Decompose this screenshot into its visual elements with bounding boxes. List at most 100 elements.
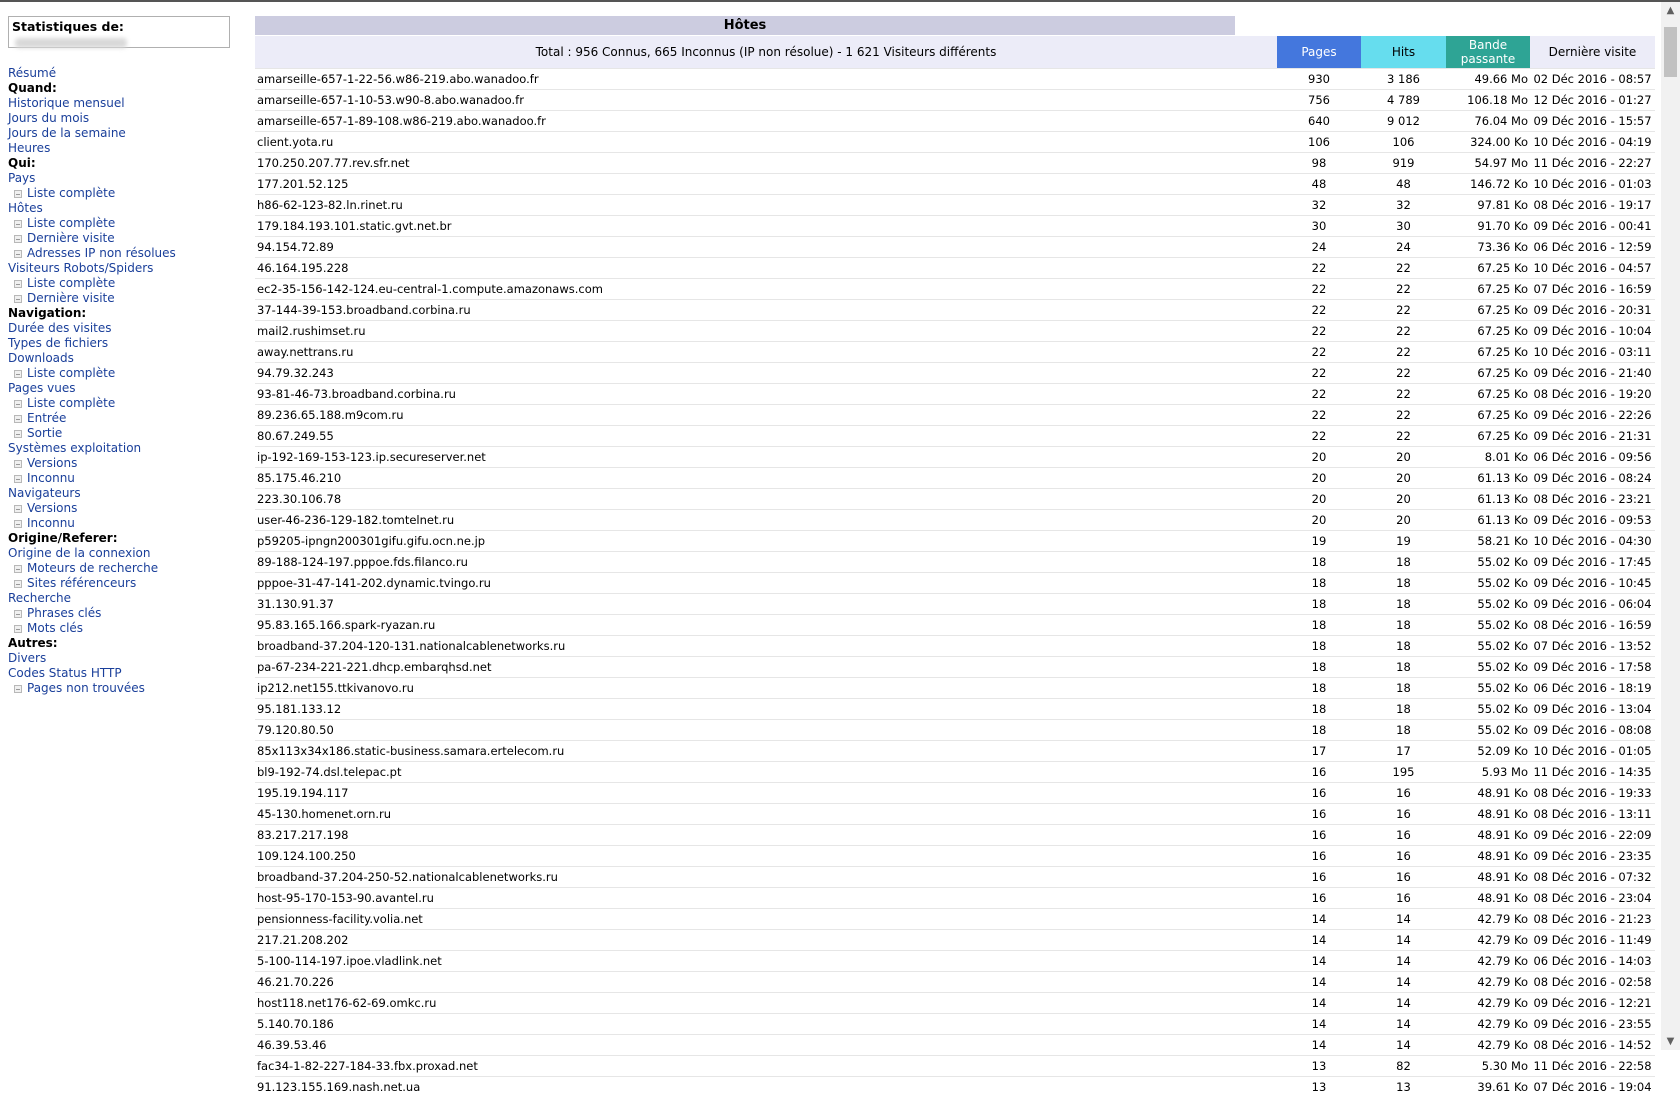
last-visit-cell: 10 Déc 2016 - 03:11	[1530, 342, 1655, 363]
bandwidth-cell: 76.04 Mo	[1446, 111, 1530, 132]
bandwidth-cell: 48.91 Ko	[1446, 867, 1530, 888]
bandwidth-cell: 324.00 Ko	[1446, 132, 1530, 153]
menu-link[interactable]: Jours de la semaine	[8, 126, 233, 141]
host-cell: 109.124.100.250	[255, 846, 1277, 867]
scroll-up-arrow-icon[interactable]: ▲	[1661, 2, 1680, 19]
menu-sublink[interactable]: Liste complète	[8, 216, 233, 231]
last-visit-cell: 08 Déc 2016 - 02:58	[1530, 972, 1655, 993]
bandwidth-cell: 146.72 Ko	[1446, 174, 1530, 195]
hits-cell: 14	[1361, 993, 1446, 1014]
menu-sublink[interactable]: Adresses IP non résolues	[8, 246, 233, 261]
hits-cell: 106	[1361, 132, 1446, 153]
hits-cell: 13	[1361, 1077, 1446, 1097]
menu-link[interactable]: Recherche	[8, 591, 233, 606]
table-row: 83.217.217.198161648.91 Ko09 Déc 2016 - …	[255, 825, 1655, 846]
table-row: 85.175.46.210202061.13 Ko09 Déc 2016 - 0…	[255, 468, 1655, 489]
hits-cell: 3 186	[1361, 69, 1446, 90]
last-visit-cell: 09 Déc 2016 - 21:31	[1530, 426, 1655, 447]
pages-cell: 22	[1277, 363, 1361, 384]
menu-link[interactable]: Divers	[8, 651, 233, 666]
last-visit-cell: 09 Déc 2016 - 22:09	[1530, 825, 1655, 846]
menu-link[interactable]: Heures	[8, 141, 233, 156]
table-row: 5-100-114-197.ipoe.vladlink.net141442.79…	[255, 951, 1655, 972]
menu-sublink[interactable]: Liste complète	[8, 186, 233, 201]
table-row: 109.124.100.250161648.91 Ko09 Déc 2016 -…	[255, 846, 1655, 867]
host-cell: 80.67.249.55	[255, 426, 1277, 447]
menu-sublink[interactable]: Versions	[8, 501, 233, 516]
sublink-bullet-icon	[14, 250, 22, 258]
menu-sublink[interactable]: Sortie	[8, 426, 233, 441]
hits-cell: 18	[1361, 657, 1446, 678]
menu-link[interactable]: Types de fichiers	[8, 336, 233, 351]
table-row: 31.130.91.37181855.02 Ko09 Déc 2016 - 06…	[255, 594, 1655, 615]
bandwidth-cell: 48.91 Ko	[1446, 888, 1530, 909]
bandwidth-header-line2: passante	[1461, 52, 1516, 66]
bandwidth-cell: 48.91 Ko	[1446, 846, 1530, 867]
hits-cell: 16	[1361, 867, 1446, 888]
menu-link[interactable]: Origine de la connexion	[8, 546, 233, 561]
sublink-bullet-icon	[14, 430, 22, 438]
host-cell: 177.201.52.125	[255, 174, 1277, 195]
menu-sublink[interactable]: Liste complète	[8, 396, 233, 411]
stats-site-box: Statistiques de:	[8, 16, 230, 48]
vertical-scrollbar[interactable]: ▲ ▼	[1661, 2, 1680, 1050]
pages-cell: 18	[1277, 594, 1361, 615]
menu-link[interactable]: Durée des visites	[8, 321, 233, 336]
hits-cell: 20	[1361, 447, 1446, 468]
menu-sublink[interactable]: Dernière visite	[8, 291, 233, 306]
scrollbar-thumb[interactable]	[1664, 27, 1677, 77]
last-visit-cell: 11 Déc 2016 - 14:35	[1530, 762, 1655, 783]
table-row: 223.30.106.78202061.13 Ko08 Déc 2016 - 2…	[255, 489, 1655, 510]
menu-sublink[interactable]: Versions	[8, 456, 233, 471]
menu-sublink[interactable]: Liste complète	[8, 366, 233, 381]
last-visit-cell: 08 Déc 2016 - 23:04	[1530, 888, 1655, 909]
menu-sublink[interactable]: Pages non trouvées	[8, 681, 233, 696]
bandwidth-cell: 39.61 Ko	[1446, 1077, 1530, 1097]
menu-sublink[interactable]: Mots clés	[8, 621, 233, 636]
menu-link[interactable]: Pays	[8, 171, 233, 186]
bandwidth-cell: 5.93 Mo	[1446, 762, 1530, 783]
host-cell: 179.184.193.101.static.gvt.net.br	[255, 216, 1277, 237]
menu-sublink[interactable]: Inconnu	[8, 516, 233, 531]
sublink-bullet-icon	[14, 625, 22, 633]
hits-cell: 22	[1361, 321, 1446, 342]
menu-link[interactable]: Codes Status HTTP	[8, 666, 233, 681]
table-row: 95.83.165.166.spark-ryazan.ru181855.02 K…	[255, 615, 1655, 636]
pages-cell: 16	[1277, 888, 1361, 909]
sublink-bullet-icon	[14, 190, 22, 198]
menu-sublink[interactable]: Sites référenceurs	[8, 576, 233, 591]
hits-cell: 16	[1361, 804, 1446, 825]
menu-sublink[interactable]: Entrée	[8, 411, 233, 426]
host-cell: 94.79.32.243	[255, 363, 1277, 384]
host-cell: broadband-37.204-120-131.nationalcablene…	[255, 636, 1277, 657]
menu-sublink[interactable]: Phrases clés	[8, 606, 233, 621]
menu-sublink[interactable]: Liste complète	[8, 276, 233, 291]
menu-sublink[interactable]: Inconnu	[8, 471, 233, 486]
menu-link[interactable]: Navigateurs	[8, 486, 233, 501]
last-visit-cell: 08 Déc 2016 - 21:23	[1530, 909, 1655, 930]
menu-link[interactable]: Pages vues	[8, 381, 233, 396]
last-visit-cell: 08 Déc 2016 - 16:59	[1530, 615, 1655, 636]
menu-link[interactable]: Downloads	[8, 351, 233, 366]
host-cell: user-46-236-129-182.tomtelnet.ru	[255, 510, 1277, 531]
menu-link[interactable]: Résumé	[8, 66, 233, 81]
pages-cell: 20	[1277, 468, 1361, 489]
menu-link[interactable]: Hôtes	[8, 201, 233, 216]
menu-link[interactable]: Historique mensuel	[8, 96, 233, 111]
menu-sublink[interactable]: Dernière visite	[8, 231, 233, 246]
bandwidth-cell: 67.25 Ko	[1446, 405, 1530, 426]
bandwidth-cell: 55.02 Ko	[1446, 552, 1530, 573]
scroll-down-arrow-icon[interactable]: ▼	[1661, 1033, 1680, 1050]
host-cell: pa-67-234-221-221.dhcp.embarqhsd.net	[255, 657, 1277, 678]
blurred-site-name	[15, 38, 127, 48]
menu-sublink[interactable]: Moteurs de recherche	[8, 561, 233, 576]
menu-link[interactable]: Jours du mois	[8, 111, 233, 126]
bandwidth-cell: 42.79 Ko	[1446, 930, 1530, 951]
bandwidth-cell: 48.91 Ko	[1446, 804, 1530, 825]
host-cell: client.yota.ru	[255, 132, 1277, 153]
last-visit-column-header: Dernière visite	[1530, 36, 1655, 69]
last-visit-cell: 08 Déc 2016 - 19:17	[1530, 195, 1655, 216]
menu-link[interactable]: Systèmes exploitation	[8, 441, 233, 456]
host-cell: 95.181.133.12	[255, 699, 1277, 720]
menu-link[interactable]: Visiteurs Robots/Spiders	[8, 261, 233, 276]
